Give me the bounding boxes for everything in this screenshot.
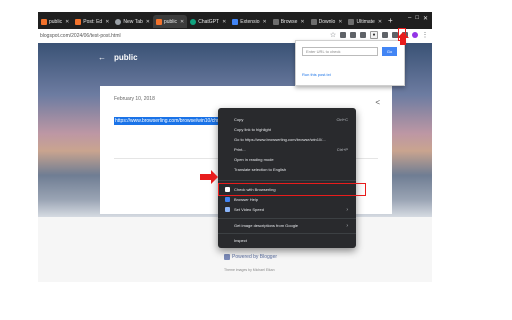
url-check-input[interactable]: Enter URL to check [302, 47, 378, 56]
tab-label: Ultimate [356, 18, 375, 25]
tab-label: public [163, 18, 178, 25]
menu-item-copy[interactable]: Copy Ctrl+C [234, 116, 348, 123]
close-icon[interactable]: ✕ [378, 19, 382, 25]
chevron-right-icon: › [346, 206, 348, 213]
blogger-icon [75, 18, 82, 25]
tab-label: New Tab [123, 18, 143, 25]
tab-ultimate[interactable]: Ultimate ✕ [345, 15, 385, 28]
close-icon[interactable]: ✕ [146, 19, 150, 25]
tab-label: public [49, 18, 63, 25]
menu-item-label: Get image descriptions from Google [234, 223, 299, 228]
menu-separator [218, 218, 356, 219]
tab-extensions[interactable]: Extensio ✕ [229, 15, 269, 28]
extension-icon[interactable] [360, 32, 366, 38]
window-controls: – □ ✕ [408, 15, 428, 22]
profile-avatar-icon[interactable] [412, 32, 418, 38]
powered-by-blogger[interactable]: Powered by Blogger [224, 254, 277, 260]
toolbar: ☆ ● ⋮ [330, 31, 429, 39]
help-icon [225, 197, 230, 202]
menu-item-label: Copy [234, 117, 244, 122]
share-icon[interactable]: < [375, 98, 380, 107]
extension-icon[interactable] [340, 32, 346, 38]
speed-icon [225, 207, 230, 212]
back-arrow-icon[interactable]: ← [98, 53, 106, 62]
menu-item-label: Open in reading mode [234, 157, 274, 162]
menu-separator [218, 180, 356, 181]
close-icon[interactable]: ✕ [262, 19, 266, 25]
theme-credit: Theme images by Michael Elkan [224, 268, 275, 272]
globe-icon [115, 18, 122, 25]
close-icon[interactable]: ✕ [105, 19, 109, 25]
blog-title[interactable]: public [114, 53, 138, 62]
close-icon[interactable]: ✕ [180, 19, 184, 25]
menu-item-video-speed[interactable]: Set Video Speed › [225, 206, 348, 213]
post-date: February 10, 2018 [114, 96, 155, 102]
url-field[interactable]: blogspot.com/2024/06/test-post.html [40, 33, 121, 39]
browserling-extension-icon[interactable]: ● [370, 31, 378, 39]
tab-strip: public ✕ Post: Ed ✕ New Tab ✕ public ✕ C… [38, 12, 432, 29]
minimize-icon[interactable]: – [408, 15, 411, 22]
page-icon [348, 18, 355, 25]
powered-by-text[interactable]: Powered by Blogger [232, 254, 277, 260]
menu-item-label: Copy link to highlight [234, 127, 271, 132]
close-icon[interactable]: ✕ [338, 19, 342, 25]
maximize-icon[interactable]: □ [415, 15, 419, 22]
tab-public-1[interactable]: public ✕ [38, 15, 72, 28]
tab-new-tab[interactable]: New Tab ✕ [112, 15, 153, 28]
blogger-icon [155, 18, 162, 25]
close-window-icon[interactable]: ✕ [423, 15, 428, 22]
menu-item-go-to-url[interactable]: Go to https://www.browserling.com/browse… [234, 136, 348, 143]
menu-item-reading-mode[interactable]: Open in reading mode [234, 156, 348, 163]
tab-post[interactable]: Post: Ed ✕ [72, 15, 112, 28]
close-icon[interactable]: ✕ [65, 19, 69, 25]
go-button[interactable]: Go [382, 47, 397, 56]
tab-label: Post: Ed [83, 18, 103, 25]
tab-label: ChatGPT [198, 18, 220, 25]
tab-downloads[interactable]: Downlo ✕ [308, 15, 346, 28]
menu-item-label: Print... [234, 147, 246, 152]
menu-item-translate[interactable]: Translate selection to English [234, 166, 348, 173]
new-tab-button[interactable]: + [388, 16, 393, 25]
page-icon [272, 18, 279, 25]
menu-item-label: Go to https://www.browserling.com/browse… [234, 137, 326, 142]
tab-browse[interactable]: Browse ✕ [270, 15, 308, 28]
menu-item-image-descriptions[interactable]: Get image descriptions from Google › [234, 222, 348, 229]
blogger-icon [41, 18, 47, 25]
menu-item-label: Set Video Speed [234, 207, 264, 212]
page-icon [310, 18, 317, 25]
popup-link[interactable]: Run this post.txt [302, 72, 331, 77]
chevron-right-icon: › [346, 222, 348, 229]
extension-popup: Enter URL to check Go Run this post.txt [295, 40, 405, 86]
annotation-box-extension [398, 28, 406, 41]
tab-chatgpt[interactable]: ChatGPT ✕ [187, 15, 229, 28]
menu-item-print[interactable]: Print... Ctrl+P [234, 146, 348, 153]
tab-label: Extensio [240, 18, 260, 25]
shortcut-label: Ctrl+C [336, 117, 348, 122]
shortcut-label: Ctrl+P [336, 147, 348, 152]
tab-label: Downlo [318, 18, 336, 25]
extension-icon[interactable] [382, 32, 388, 38]
blog-header: ← public [98, 53, 138, 62]
menu-item-inspect[interactable]: Inspect [234, 237, 348, 244]
menu-dots-icon[interactable]: ⋮ [422, 32, 429, 39]
browser-window: public ✕ Post: Ed ✕ New Tab ✕ public ✕ C… [38, 12, 432, 282]
menu-item-label: Translate selection to English [234, 167, 287, 172]
close-icon[interactable]: ✕ [222, 19, 226, 25]
menu-separator [218, 233, 356, 234]
menu-item-browser-help[interactable]: Browser Help [225, 196, 348, 203]
chatgpt-icon [190, 18, 197, 25]
puzzle-icon [232, 18, 239, 25]
tab-public-active[interactable]: public ✕ [152, 15, 188, 28]
menu-item-label: Inspect [234, 238, 247, 243]
menu-item-label: Browser Help [234, 197, 259, 202]
menu-item-copy-link-highlight[interactable]: Copy link to highlight [234, 126, 348, 133]
close-icon[interactable]: ✕ [300, 19, 304, 25]
bookmark-star-icon[interactable]: ☆ [330, 32, 336, 39]
tab-label: Browse [280, 18, 298, 25]
context-menu: Copy Ctrl+C Copy link to highlight Go to… [218, 108, 356, 248]
extension-icon[interactable] [350, 32, 356, 38]
blogger-logo-icon [224, 254, 230, 260]
annotation-box-menu-item [218, 183, 366, 196]
